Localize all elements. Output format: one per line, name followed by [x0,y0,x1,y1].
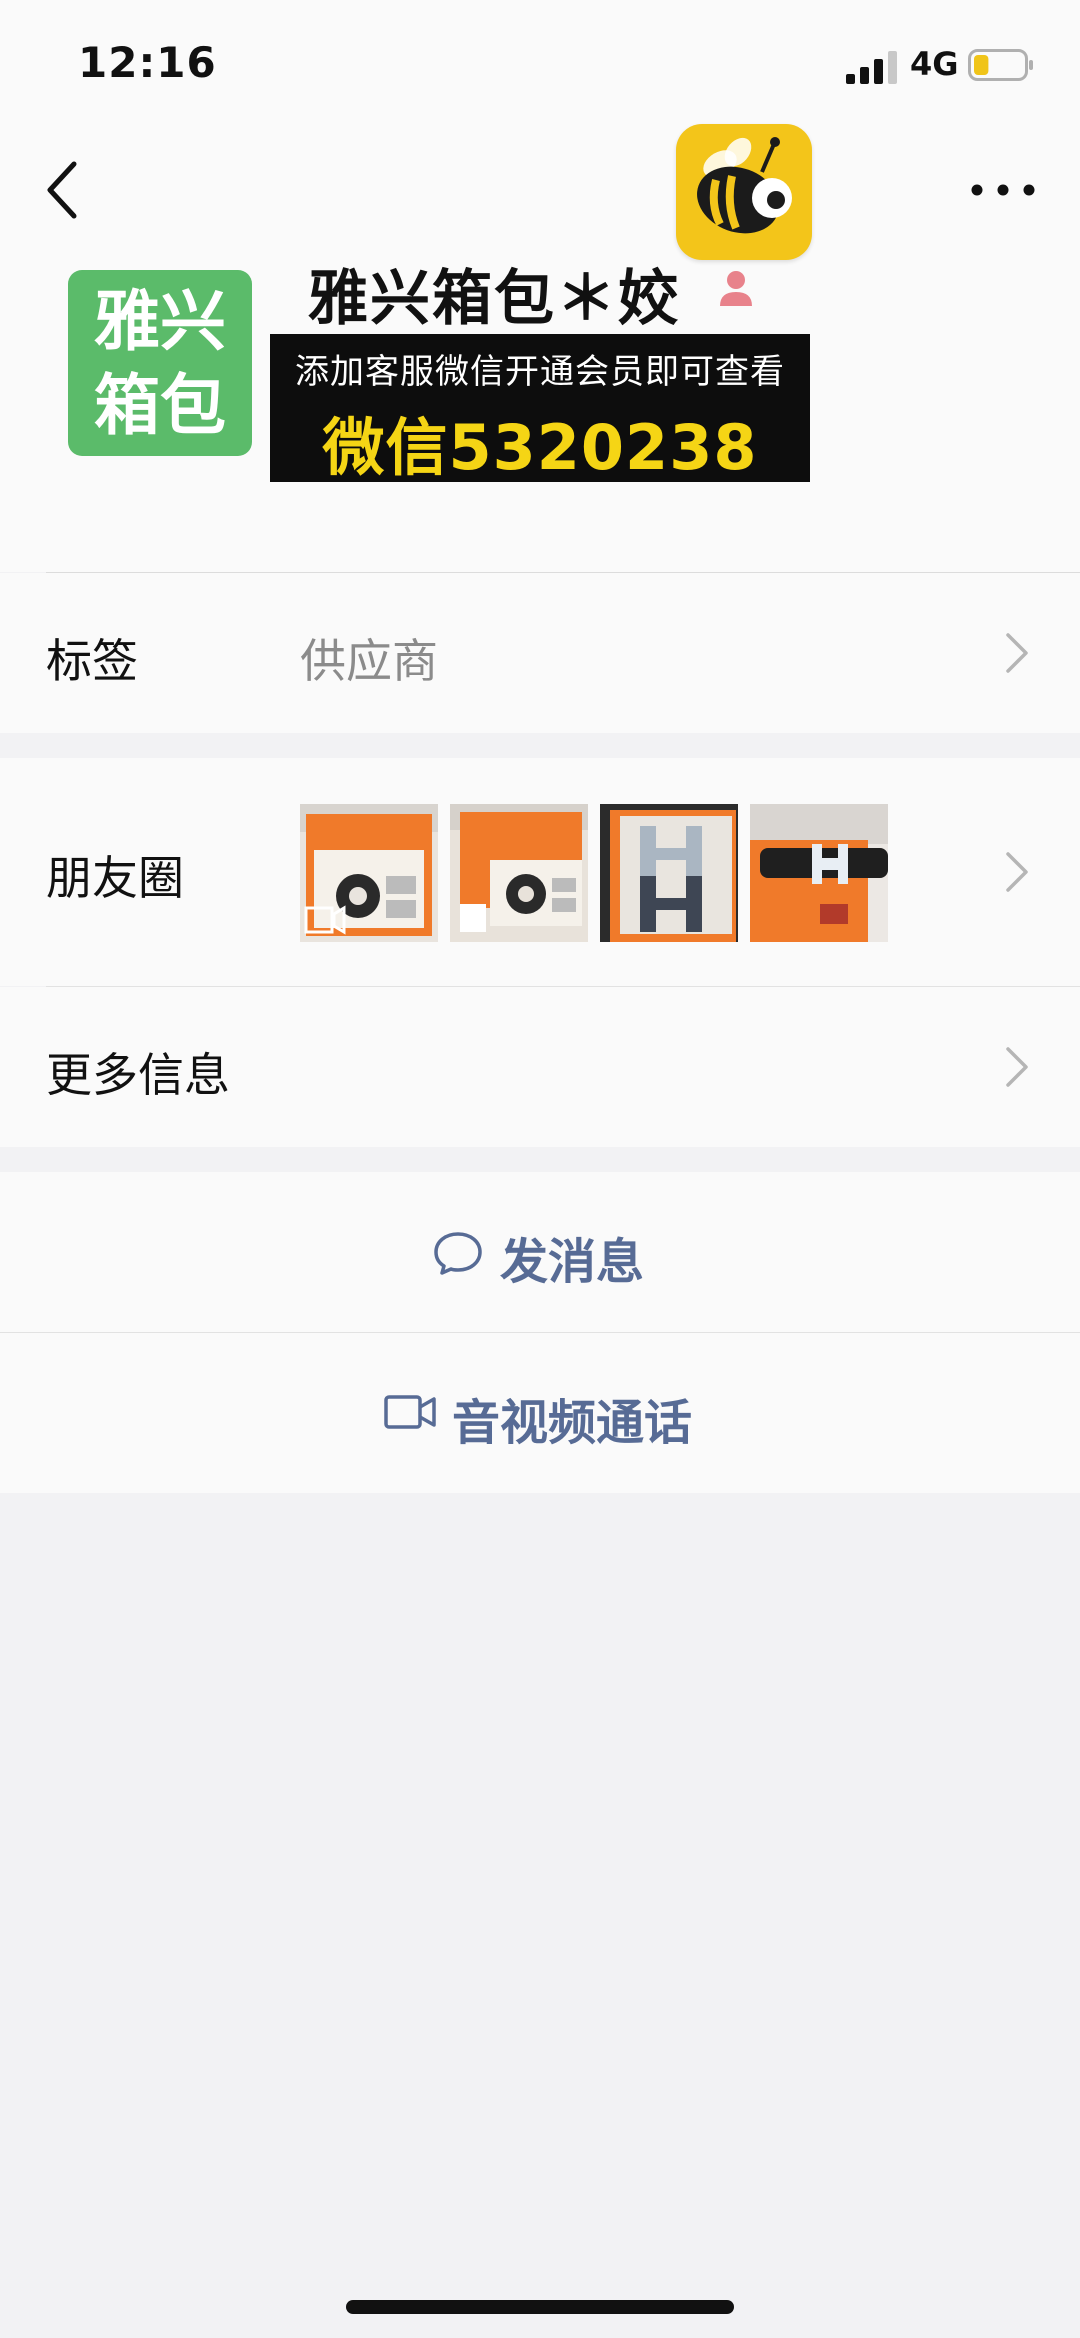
battery-icon [968,49,1033,81]
moments-row[interactable]: 朋友圈 [0,758,1080,986]
chevron-right-icon [1006,633,1028,673]
moments-photo-3 [600,804,738,942]
status-bar: 12:16 4G [0,0,1080,120]
more-info-row[interactable]: 更多信息 [0,987,1080,1147]
avatar-line-2: 箱包 [94,367,226,444]
status-time: 12:16 [78,38,217,87]
moments-thumbnail-4 [750,804,888,942]
chat-bubble-icon [434,1232,482,1275]
contact-profile-screen: 12:16 4G 雅兴 箱包 雅兴箱包＊姣 添加客服微信开通会员即可查看 微信5… [0,0,1080,2338]
chevron-right-icon [1006,852,1028,892]
contact-name: 雅兴箱包＊姣 [308,264,680,334]
tag-value: 供应商 [300,634,438,688]
video-camera-icon [384,1395,436,1429]
bee-app-icon [676,124,812,260]
bee-icon [697,137,792,234]
network-type: 4G [910,45,959,83]
female-icon [720,271,752,306]
avatar[interactable]: 雅兴 箱包 [68,270,252,456]
signal-icon [846,51,897,84]
moments-photo-2 [450,804,588,942]
video-call-button[interactable]: 音视频通话 [0,1333,1080,1493]
avatar-line-1: 雅兴 [94,283,226,360]
home-indicator[interactable] [346,2300,734,2314]
tag-row[interactable]: 标签 供应商 [0,573,1080,733]
moments-thumbnail-3 [600,804,738,942]
tag-label: 标签 [46,634,138,688]
moments-label: 朋友圈 [46,851,184,905]
more-info-label: 更多信息 [46,1048,230,1102]
promo-text: 添加客服微信开通会员即可查看 [295,352,785,392]
send-message-label: 发消息 [500,1234,645,1290]
chevron-left-icon[interactable] [44,158,84,222]
more-dots-icon[interactable] [968,180,1038,200]
promo-banner: 添加客服微信开通会员即可查看 微信5320238 [270,334,810,484]
moments-photo-1 [300,804,438,942]
moments-thumbnail-1 [300,804,438,942]
send-message-button[interactable]: 发消息 [0,1172,1080,1332]
promo-wechat-id: 微信5320238 [322,411,758,484]
moments-thumbnail-2 [450,804,588,942]
chevron-right-icon [1006,1047,1028,1087]
profile-header: 雅兴 箱包 雅兴箱包＊姣 添加客服微信开通会员即可查看 微信5320238 [0,120,1080,572]
moments-photo-4 [750,804,888,942]
video-call-label: 音视频通话 [452,1395,693,1451]
